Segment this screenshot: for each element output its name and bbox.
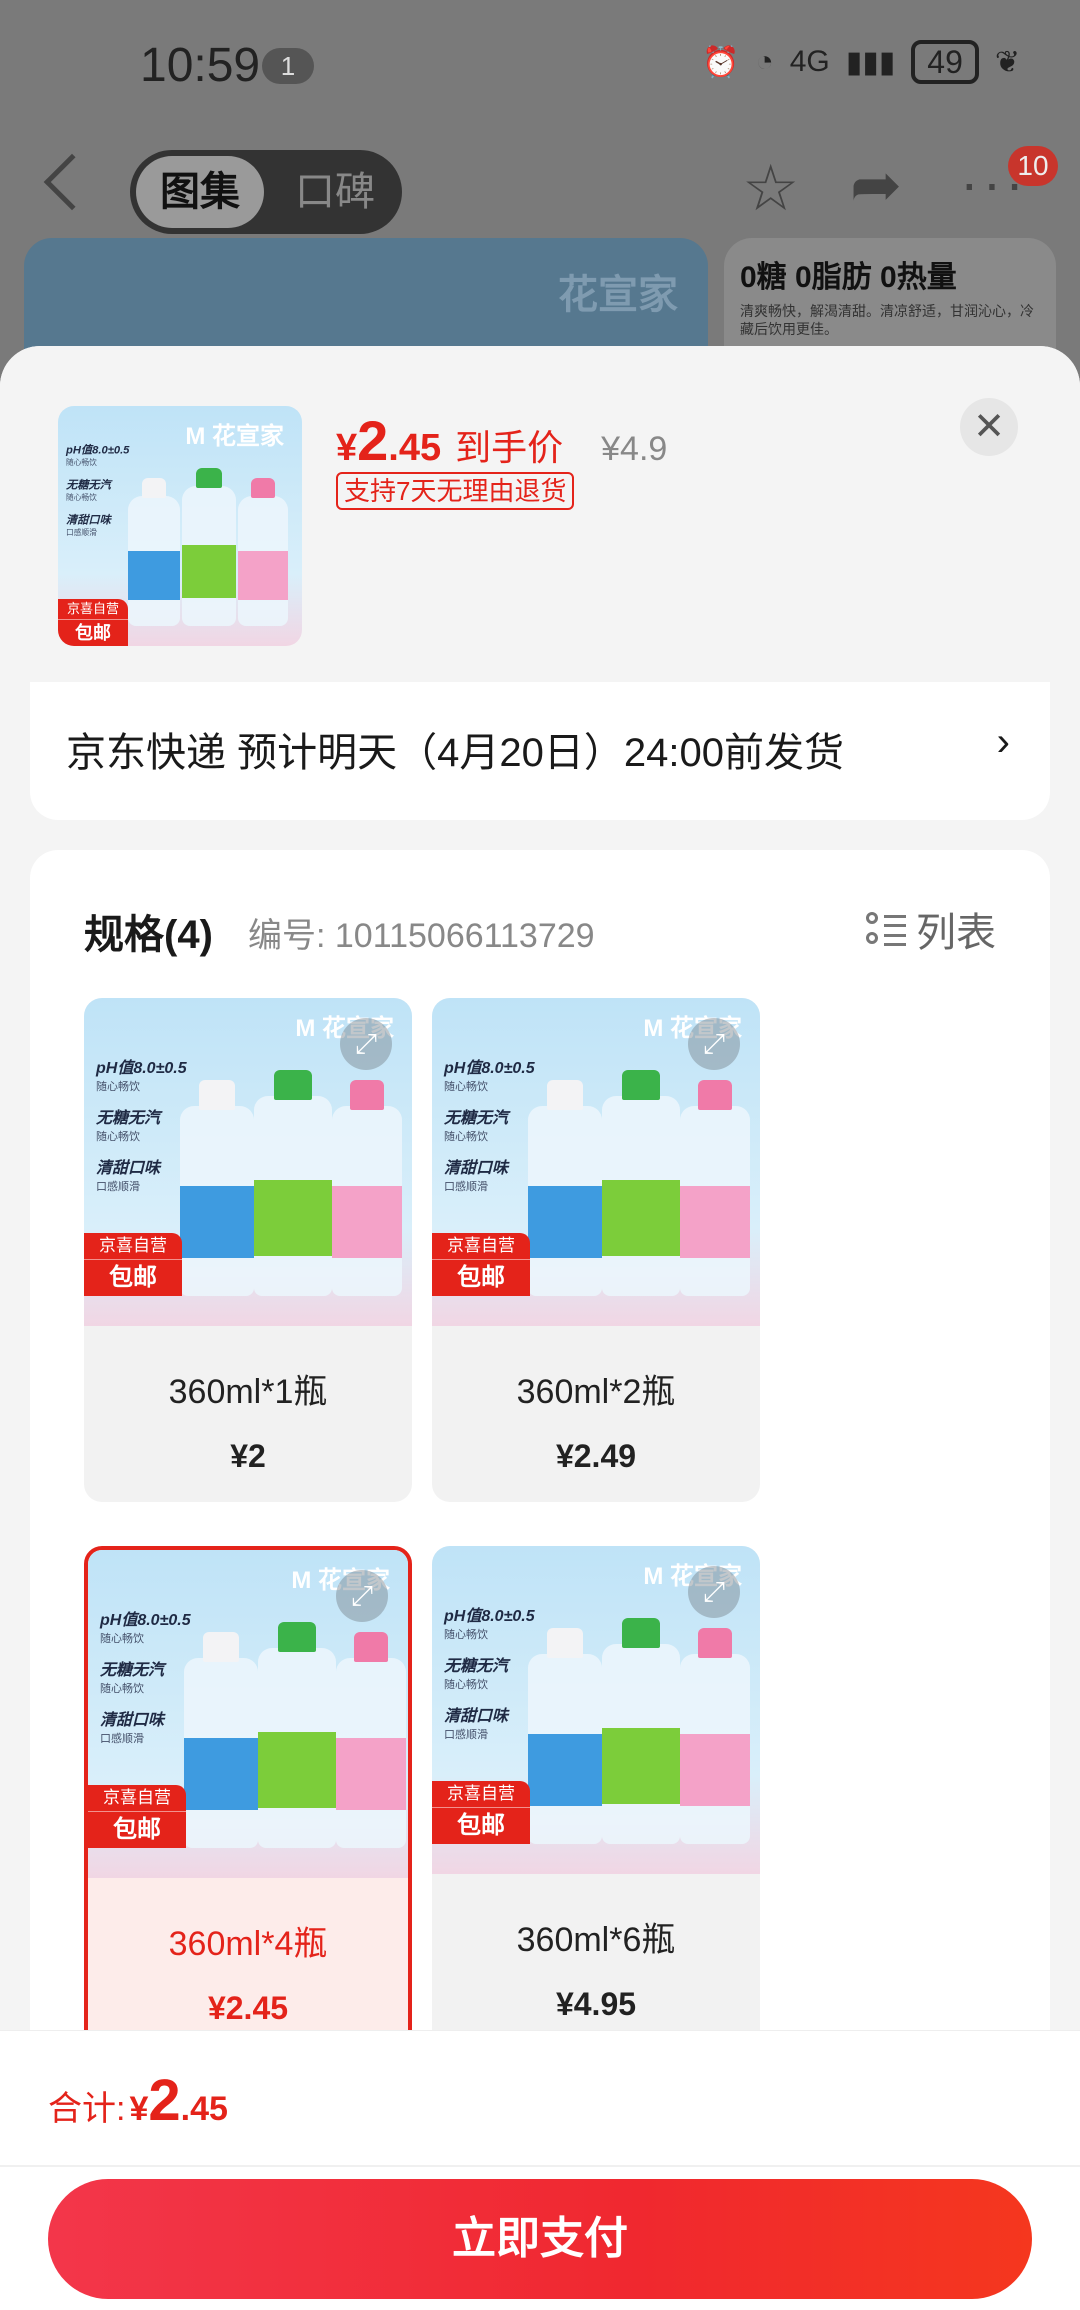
delivery-info-row[interactable]: 京东快递 预计明天（4月20日）24:00前发货 › [30, 682, 1050, 820]
wifi-icon: ◔ [755, 45, 774, 78]
sheet-header: M 花宣家 pH值8.0±0.5 随心畅饮 无糖无汽 随心畅饮 清甜口味 口感顺滑 京… [0, 346, 1080, 686]
jd-self-operated-tag: 京喜自营 包邮 [58, 599, 128, 646]
spec-option-label: 360ml*2瓶 [516, 1373, 676, 1411]
product-feature-text: pH值8.0±0.5 随心畅饮 无糖无汽 随心畅饮 清甜口味 口感顺滑 [66, 444, 130, 538]
brand-logo: 花宣家 [558, 273, 678, 317]
spec-option-price: ¥2 [230, 1438, 266, 1474]
spec-option-label: 360ml*6瓶 [516, 1921, 676, 1959]
spec-option-price: ¥2.45 [207, 1990, 289, 2026]
chevron-right-icon: › [996, 720, 1010, 764]
bottle-image [238, 478, 288, 626]
total-integer: 2 [148, 2068, 181, 2133]
share-icon[interactable]: ➦ [850, 154, 902, 218]
total-symbol: ¥ [129, 2090, 149, 2128]
battery-icon: 49 [911, 40, 979, 84]
price-symbol: ¥ [336, 427, 358, 469]
back-icon[interactable] [43, 153, 101, 211]
bottle-image [182, 468, 236, 626]
list-toggle-label: 列表 [916, 911, 996, 955]
spec-option-image: M 花宣家 pH值8.0±0.5 随心畅饮 无糖无汽 随心畅饮 清甜口味 口感顺滑 京喜自… [84, 998, 412, 1326]
delivery-text: 京东快递 预计明天（4月20日）24:00前发货 [66, 731, 844, 775]
leaf-icon: ❦ [994, 45, 1020, 79]
spec-option-price: ¥2.49 [555, 1438, 637, 1474]
close-icon: ✕ [973, 406, 1005, 448]
checkout-bar: 合计: ¥ 2 .45 立即支付 [0, 2030, 1080, 2310]
expand-image-icon[interactable]: ⤢ [688, 1566, 740, 1618]
status-time: 10:59 [140, 39, 261, 92]
expand-image-icon[interactable]: ⤢ [688, 1018, 740, 1070]
more-badge: 10 [1008, 146, 1058, 186]
list-view-toggle[interactable]: 列表 [866, 900, 996, 958]
price-row: ¥ 2 .45 到手价 ¥4.9 [336, 408, 667, 473]
expand-image-icon[interactable]: ⤢ [340, 1018, 392, 1070]
product-thumbnail[interactable]: M 花宣家 pH值8.0±0.5 随心畅饮 无糖无汽 随心畅饮 清甜口味 口感顺滑 京… [58, 406, 302, 646]
product-image: M 花宣家 pH值8.0±0.5 随心畅饮 无糖无汽 随心畅饮 清甜口味 口感顺滑 京… [58, 406, 302, 646]
spec-bottom-sheet: M 花宣家 pH值8.0±0.5 随心畅饮 无糖无汽 随心畅饮 清甜口味 口感顺滑 京… [0, 346, 1080, 2310]
spec-option-price: ¥4.95 [555, 1986, 637, 2022]
spec-option-image: M 花宣家 pH值8.0±0.5 随心畅饮 无糖无汽 随心畅饮 清甜口味 口感顺滑 京喜自… [432, 998, 760, 1326]
price-decimal: .45 [388, 427, 442, 469]
status-bar: 10:59 1 ⏰ ◔ 4G ▮▮▮ 49 ❦ [0, 0, 1080, 130]
jd-self-operated-tag: 京喜自营 包邮 [432, 1233, 530, 1296]
status-icons: ⏰ ◔ 4G ▮▮▮ 49 ❦ [702, 40, 1020, 84]
jd-self-operated-tag: 京喜自营 包邮 [84, 1233, 182, 1296]
divider [0, 2165, 1080, 2167]
total-label: 合计: [48, 2090, 126, 2128]
signal-icon: ▮▮▮ [845, 45, 896, 79]
final-price-label: 到手价 [455, 427, 564, 468]
notification-count-badge: 1 [262, 48, 314, 84]
spec-option-image: M 花宣家 pH值8.0±0.5 随心畅饮 无糖无汽 随心畅饮 清甜口味 口感顺滑 京喜自… [88, 1550, 408, 1878]
close-button[interactable]: ✕ [960, 398, 1018, 456]
bottle-image [128, 478, 180, 626]
spec-option-card[interactable]: M 花宣家 pH值8.0±0.5 随心畅饮 无糖无汽 随心畅饮 清甜口味 口感顺滑 京喜自… [432, 998, 760, 1502]
price-integer: 2 [357, 409, 389, 472]
spec-option-image: M 花宣家 pH值8.0±0.5 随心畅饮 无糖无汽 随心畅饮 清甜口味 口感顺滑 京喜自… [432, 1546, 760, 1874]
network-label: 4G [789, 45, 830, 78]
view-segmented-control: 图集 口碑 [130, 150, 402, 234]
product-brand-logo: M 花宣家 [185, 423, 284, 450]
total-price: 合计: ¥ 2 .45 [48, 2067, 228, 2134]
total-decimal: .45 [180, 2090, 228, 2128]
original-price: ¥4.9 [601, 430, 668, 468]
pay-now-button[interactable]: 立即支付 [48, 2179, 1032, 2299]
top-nav: 图集 口碑 ☆ ➦ ··· 10 [0, 140, 1080, 240]
return-policy-tag: 支持7天无理由退货 [336, 472, 575, 510]
spec-panel: 规格(4) 编号: 10115066113729 列表 M 花宣家 pH值8.0… [30, 850, 1050, 2170]
alarm-icon: ⏰ [702, 45, 740, 79]
spec-option-card-selected[interactable]: M 花宣家 pH值8.0±0.5 随心畅饮 无糖无汽 随心畅饮 清甜口味 口感顺滑 京喜自… [84, 1546, 412, 2050]
tab-gallery[interactable]: 图集 [136, 156, 264, 228]
spec-option-label: 360ml*1瓶 [168, 1373, 328, 1411]
jd-self-operated-tag: 京喜自营 包邮 [432, 1781, 530, 1844]
spec-title: 规格(4) [84, 913, 213, 957]
expand-image-icon[interactable]: ⤢ [336, 1570, 388, 1622]
list-icon [866, 910, 906, 948]
spec-option-label: 360ml*4瓶 [168, 1925, 328, 1963]
banner-subtitle: 清爽畅快，解渴清甜。清凉舒适，甘润沁心，冷藏后饮用更佳。 [740, 303, 1034, 337]
spec-option-card[interactable]: M 花宣家 pH值8.0±0.5 随心畅饮 无糖无汽 随心畅饮 清甜口味 口感顺滑 京喜自… [84, 998, 412, 1502]
jd-self-operated-tag: 京喜自营 包邮 [88, 1785, 186, 1848]
spec-option-card[interactable]: M 花宣家 pH值8.0±0.5 随心畅饮 无糖无汽 随心畅饮 清甜口味 口感顺滑 京喜自… [432, 1546, 760, 2050]
banner-title: 0糖 0脂肪 0热量 [740, 261, 957, 294]
favorite-star-icon[interactable]: ☆ [742, 156, 799, 220]
product-code: 编号: 10115066113729 [248, 917, 595, 955]
tab-reviews[interactable]: 口碑 [280, 156, 390, 228]
